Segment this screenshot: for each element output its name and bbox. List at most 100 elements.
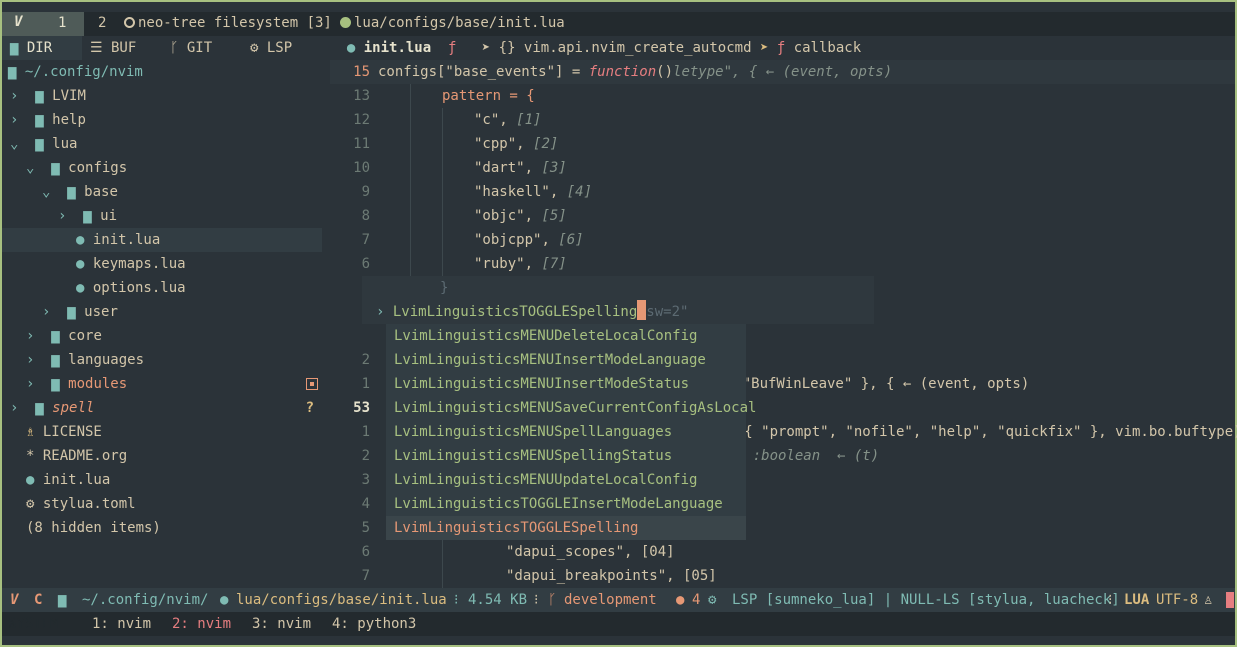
tree-item-label: LVIM bbox=[52, 88, 86, 104]
code-line: 7 "objcpp", [6] bbox=[330, 228, 1235, 252]
line-number: 12 bbox=[353, 112, 370, 128]
chevron-down-icon: ⌄ bbox=[26, 160, 52, 176]
tab-file[interactable]: lua/configs/base/init.lua bbox=[340, 15, 565, 31]
folder-open-icon: ▆ bbox=[8, 64, 25, 80]
tree-item-label: base bbox=[84, 184, 118, 200]
window-tab-3[interactable]: 3: nvim bbox=[252, 612, 311, 636]
code-text: contains( { "prompt", "nofile", "help", … bbox=[660, 424, 1237, 440]
tree-item-label: keymaps.lua bbox=[92, 256, 186, 272]
linux-icon: ♙ bbox=[1204, 592, 1213, 608]
closing-brace: } bbox=[440, 280, 449, 296]
tree-item-license[interactable]: ♗ LICENSE bbox=[2, 420, 322, 444]
tree-item-label: ui bbox=[100, 208, 118, 224]
tree-item-keymaps-lua[interactable]: ● keymaps.lua bbox=[2, 252, 322, 276]
keyword-function: function bbox=[588, 64, 657, 80]
completion-input[interactable]: › LvimLinguisticsTOGGLESpelling sw=2" bbox=[376, 300, 688, 324]
folder-open-icon: ▆ bbox=[35, 136, 53, 152]
tree-item-options-lua[interactable]: ● options.lua bbox=[2, 276, 322, 300]
tree-item-ui[interactable]: › ▆ ui bbox=[2, 204, 322, 228]
completion-item[interactable]: LvimLinguisticsTOGGLEInsertModeLanguage bbox=[386, 492, 746, 516]
window-tab-1[interactable]: 1: nvim bbox=[92, 612, 151, 636]
window-tab-2-active[interactable]: 2: nvim bbox=[172, 612, 231, 636]
completion-menu[interactable]: LvimLinguisticsMENUDeleteLocalConfig Lvi… bbox=[386, 324, 756, 540]
org-file-icon: * bbox=[26, 448, 43, 464]
folder-icon: ▆ bbox=[35, 400, 53, 416]
tree-item-base[interactable]: ⌄ ▆ base bbox=[2, 180, 322, 204]
completion-item[interactable]: LvimLinguisticsMENUSpellingStatus bbox=[386, 444, 746, 468]
git-branch-icon: ᚴ bbox=[170, 40, 187, 56]
line-number: 3 bbox=[361, 472, 370, 488]
tree-item-init-lua-selected[interactable]: ● init.lua bbox=[2, 228, 322, 252]
tree-item-stylua[interactable]: ⚙ stylua.toml bbox=[2, 492, 322, 516]
tree-item-lvim[interactable]: › ▆ LVIM bbox=[2, 84, 322, 108]
lua-file-icon: ● bbox=[220, 592, 229, 608]
inlay-hint: [6] bbox=[558, 232, 584, 248]
chevron-right-icon: › bbox=[376, 304, 393, 320]
separator-icon: ⁝ bbox=[534, 592, 539, 608]
completion-item[interactable]: LvimLinguisticsMENUDeleteLocalConfig bbox=[386, 324, 746, 348]
lua-file-icon: ● bbox=[76, 232, 93, 248]
sidebar-tab-git[interactable]: ᚴ GIT bbox=[170, 40, 212, 56]
file-path-label: lua/configs/base/init.lua bbox=[236, 592, 447, 608]
completion-item[interactable]: LvimLinguisticsMENUSaveCurrentConfigAsLo… bbox=[386, 396, 756, 420]
tree-item-spell[interactable]: › ▆ spell? bbox=[2, 396, 322, 420]
tree-item-languages[interactable]: › ▆ languages bbox=[2, 348, 322, 372]
lua-file-icon: ● bbox=[76, 256, 93, 272]
completion-item[interactable]: LvimLinguisticsMENUUpdateLocalConfig bbox=[386, 468, 746, 492]
license-icon: ♗ bbox=[26, 424, 43, 440]
inlay-hint: [5] bbox=[541, 208, 567, 224]
folder-icon: ▆ bbox=[35, 112, 53, 128]
window-tab-4[interactable]: 4: python3 bbox=[332, 612, 416, 636]
cwd-label: ~/.config/nvim/ bbox=[82, 592, 209, 608]
completion-item[interactable]: LvimLinguisticsMENUInsertModeStatus bbox=[386, 372, 746, 396]
lua-file-icon: ● bbox=[346, 40, 356, 56]
completion-item[interactable]: LvimLinguisticsMENUSpellLanguages bbox=[386, 420, 746, 444]
folder-open-icon: ▆ bbox=[51, 160, 69, 176]
completion-item-selected[interactable]: LvimLinguisticsTOGGLESpelling bbox=[386, 516, 746, 540]
tree-item-root-init-lua[interactable]: ● init.lua bbox=[2, 468, 322, 492]
tree-item-lua[interactable]: ⌄ ▆ lua bbox=[2, 132, 322, 156]
gears-icon: ⚙ bbox=[708, 592, 717, 608]
file-tree-sidebar: ▆ DIR ☰ BUF ᚴ GIT ⚙ LSP ▆ ~/.config/nvim… bbox=[2, 36, 322, 588]
code-line: 12 "c", [1] bbox=[330, 108, 1235, 132]
tree-item-help[interactable]: › ▆ help bbox=[2, 108, 322, 132]
sidebar-tab-lsp[interactable]: ⚙ LSP bbox=[250, 40, 292, 56]
tree-item-configs[interactable]: ⌄ ▆ configs bbox=[2, 156, 322, 180]
chevron-right-icon: › bbox=[10, 112, 36, 128]
winbar: ● init.lua ƒ ➤ {} vim.api.nvim_create_au… bbox=[330, 36, 1235, 60]
sidebar-tabs: ▆ DIR ☰ BUF ᚴ GIT ⚙ LSP bbox=[2, 36, 322, 60]
line-number: 7 bbox=[361, 568, 370, 584]
code-area[interactable]: 13 pattern = { 12 "c", [1] 11 "cpp", [2] 10… bbox=[330, 84, 1235, 300]
line-number: 6 bbox=[361, 256, 370, 272]
tab-2[interactable]: 2 bbox=[98, 15, 106, 31]
code-line: 10 "dart", [3] bbox=[330, 156, 1235, 180]
gears-icon: ⚙ bbox=[250, 40, 267, 56]
chevron-right-icon: › bbox=[26, 328, 52, 344]
indent-guide bbox=[442, 540, 443, 588]
line-number: 1 bbox=[361, 424, 370, 440]
line-number: 10 bbox=[353, 160, 370, 176]
tree-item-readme[interactable]: * README.org bbox=[2, 444, 322, 468]
folder-icon: ▆ bbox=[51, 376, 69, 392]
tree-item-label: modules bbox=[68, 376, 128, 392]
folder-icon: ▆ bbox=[51, 352, 69, 368]
folder-open-icon: ▆ bbox=[67, 184, 85, 200]
sidebar-tab-buf[interactable]: ☰ BUF bbox=[90, 40, 136, 56]
line-number: 1 bbox=[361, 376, 370, 392]
tree-item-core[interactable]: › ▆ core bbox=[2, 324, 322, 348]
tree-item-user[interactable]: › ▆ user bbox=[2, 300, 322, 324]
completion-item[interactable]: LvimLinguisticsMENUInsertModeLanguage bbox=[386, 348, 746, 372]
chevron-down-icon: ⌄ bbox=[42, 184, 68, 200]
tab-1[interactable]: V 1 bbox=[2, 12, 84, 36]
line-number: 6 bbox=[361, 544, 370, 560]
tab-neo-tree[interactable]: neo-tree filesystem [3] bbox=[124, 15, 332, 31]
code-line: 6 "ruby", [7] bbox=[330, 252, 1235, 276]
tree-root[interactable]: ▆ ~/.config/nvim bbox=[2, 60, 322, 84]
tree-root-label: ~/.config/nvim bbox=[24, 64, 143, 80]
sticky-context-line: 15 configs["base_events"] = function()let… bbox=[330, 60, 1235, 84]
sidebar-tab-dir[interactable]: ▆ DIR bbox=[10, 40, 52, 56]
vim-logo-icon: V bbox=[10, 592, 19, 608]
sidebar-tab-label: GIT bbox=[186, 40, 213, 56]
tree-item-modules[interactable]: › ▆ modules bbox=[2, 372, 322, 396]
encoding-label: UTF-8 bbox=[1156, 592, 1199, 608]
